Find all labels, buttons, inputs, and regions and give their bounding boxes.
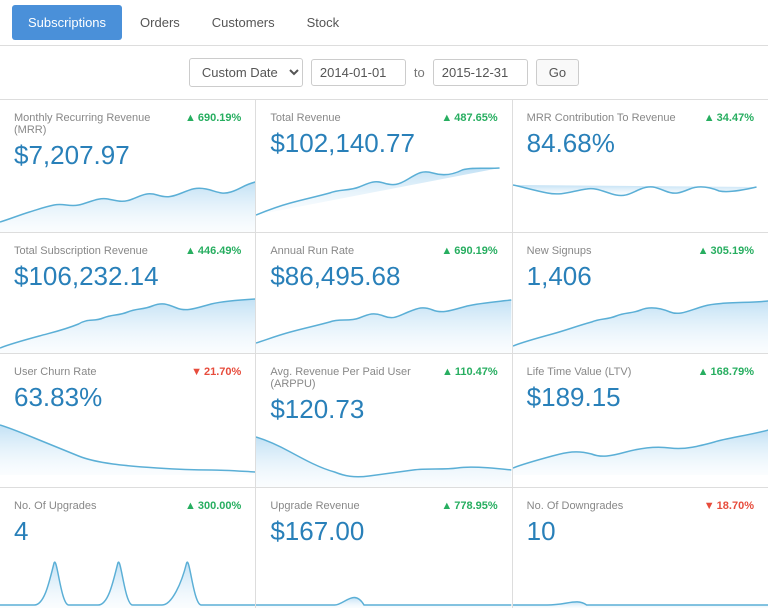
- arrow-up-icon: ▲: [698, 366, 709, 378]
- metric-value: $7,207.97: [14, 140, 241, 171]
- tab-subscriptions[interactable]: Subscriptions: [12, 5, 122, 40]
- metric-change: ▲ 487.65%: [441, 112, 497, 124]
- sparkline-chart: [256, 165, 511, 220]
- metric-value: $86,495.68: [270, 261, 497, 292]
- arrow-up-icon: ▲: [441, 245, 452, 257]
- metric-value: $120.73: [270, 394, 497, 425]
- metric-value: 1,406: [527, 261, 754, 292]
- metric-header: Total Revenue ▲ 487.65%: [270, 112, 497, 124]
- metric-change: ▲ 305.19%: [698, 245, 754, 257]
- metric-card-mrr: Monthly Recurring Revenue (MRR) ▲ 690.19…: [0, 100, 255, 232]
- date-bar: Custom Date to Go: [0, 46, 768, 100]
- metric-change: ▼ 21.70%: [191, 366, 241, 378]
- arrow-up-icon: ▲: [185, 245, 196, 257]
- metric-change: ▲ 778.95%: [441, 500, 497, 512]
- metric-header: Total Subscription Revenue ▲ 446.49%: [14, 245, 241, 257]
- arrow-up-icon: ▲: [698, 245, 709, 257]
- sparkline-chart: [256, 553, 511, 608]
- metric-value: $106,232.14: [14, 261, 241, 292]
- metric-card-arppu: Avg. Revenue Per Paid User (ARPPU) ▲ 110…: [256, 354, 511, 486]
- tab-stock[interactable]: Stock: [291, 5, 356, 40]
- arrow-up-icon: ▲: [704, 112, 715, 124]
- date-to-input[interactable]: [433, 59, 528, 86]
- metric-label: Monthly Recurring Revenue (MRR): [14, 112, 185, 136]
- metric-card-user-churn: User Churn Rate ▼ 21.70% 63.83%: [0, 354, 255, 486]
- metric-label: Annual Run Rate: [270, 245, 354, 257]
- sparkline-chart: [513, 553, 768, 608]
- metric-card-mrr-contribution: MRR Contribution To Revenue ▲ 34.47% 84.…: [513, 100, 768, 232]
- metric-header: New Signups ▲ 305.19%: [527, 245, 754, 257]
- metric-card-upgrade-revenue: Upgrade Revenue ▲ 778.95% $167.00: [256, 488, 511, 608]
- sparkline-chart: [0, 298, 255, 353]
- metric-label: User Churn Rate: [14, 366, 97, 378]
- metric-value: 4: [14, 516, 241, 547]
- sparkline-chart: [513, 298, 768, 353]
- date-from-input[interactable]: [311, 59, 406, 86]
- sparkline-chart: [513, 420, 768, 475]
- date-range-select[interactable]: Custom Date: [189, 58, 303, 87]
- metric-value: $189.15: [527, 382, 754, 413]
- sparkline-chart: [0, 420, 255, 475]
- metric-label: Total Subscription Revenue: [14, 245, 148, 257]
- metric-label: Avg. Revenue Per Paid User (ARPPU): [270, 366, 442, 390]
- tab-orders[interactable]: Orders: [124, 5, 196, 40]
- sparkline-chart: [0, 177, 255, 232]
- arrow-down-icon: ▼: [191, 366, 202, 378]
- arrow-up-icon: ▲: [441, 112, 452, 124]
- metric-value: 84.68%: [527, 128, 754, 159]
- metric-change: ▼ 18.70%: [704, 500, 754, 512]
- metric-card-upgrades: No. Of Upgrades ▲ 300.00% 4: [0, 488, 255, 608]
- metric-card-total-revenue: Total Revenue ▲ 487.65% $102,140.77: [256, 100, 511, 232]
- metrics-grid: Monthly Recurring Revenue (MRR) ▲ 690.19…: [0, 100, 768, 608]
- metric-label: MRR Contribution To Revenue: [527, 112, 676, 124]
- metric-value: 63.83%: [14, 382, 241, 413]
- metric-change: ▲ 446.49%: [185, 245, 241, 257]
- metric-card-downgrades: No. Of Downgrades ▼ 18.70% 10: [513, 488, 768, 608]
- date-to-label: to: [414, 65, 425, 80]
- sparkline-chart: [513, 165, 768, 220]
- metric-value: 10: [527, 516, 754, 547]
- arrow-up-icon: ▲: [185, 112, 196, 124]
- metric-label: Total Revenue: [270, 112, 340, 124]
- tab-customers[interactable]: Customers: [196, 5, 291, 40]
- metric-label: Upgrade Revenue: [270, 500, 359, 512]
- go-button[interactable]: Go: [536, 59, 579, 86]
- metric-header: No. Of Upgrades ▲ 300.00%: [14, 500, 241, 512]
- metric-change: ▲ 34.47%: [704, 112, 754, 124]
- sparkline-chart: [0, 553, 255, 608]
- sparkline-chart: [256, 432, 511, 487]
- metric-card-new-signups: New Signups ▲ 305.19% 1,406: [513, 233, 768, 353]
- metric-header: MRR Contribution To Revenue ▲ 34.47%: [527, 112, 754, 124]
- top-nav: Subscriptions Orders Customers Stock: [0, 0, 768, 46]
- tab-bar: Subscriptions Orders Customers Stock: [0, 0, 768, 46]
- metric-value: $102,140.77: [270, 128, 497, 159]
- arrow-down-icon: ▼: [704, 500, 715, 512]
- metric-header: User Churn Rate ▼ 21.70%: [14, 366, 241, 378]
- arrow-up-icon: ▲: [185, 500, 196, 512]
- metric-header: Annual Run Rate ▲ 690.19%: [270, 245, 497, 257]
- metric-change: ▲ 300.00%: [185, 500, 241, 512]
- metric-header: Life Time Value (LTV) ▲ 168.79%: [527, 366, 754, 378]
- metric-header: No. Of Downgrades ▼ 18.70%: [527, 500, 754, 512]
- metric-change: ▲ 110.47%: [442, 366, 498, 378]
- metric-header: Monthly Recurring Revenue (MRR) ▲ 690.19…: [14, 112, 241, 136]
- metric-label: No. Of Downgrades: [527, 500, 624, 512]
- arrow-up-icon: ▲: [441, 500, 452, 512]
- metric-card-ltv: Life Time Value (LTV) ▲ 168.79% $189.15: [513, 354, 768, 486]
- metric-change: ▲ 690.19%: [441, 245, 497, 257]
- metric-header: Avg. Revenue Per Paid User (ARPPU) ▲ 110…: [270, 366, 497, 390]
- metric-label: Life Time Value (LTV): [527, 366, 632, 378]
- arrow-up-icon: ▲: [442, 366, 453, 378]
- metric-card-total-sub-revenue: Total Subscription Revenue ▲ 446.49% $10…: [0, 233, 255, 353]
- metric-label: No. Of Upgrades: [14, 500, 97, 512]
- metric-change: ▲ 690.19%: [185, 112, 241, 124]
- metric-header: Upgrade Revenue ▲ 778.95%: [270, 500, 497, 512]
- metric-change: ▲ 168.79%: [698, 366, 754, 378]
- metric-value: $167.00: [270, 516, 497, 547]
- metric-label: New Signups: [527, 245, 592, 257]
- metric-card-annual-run-rate: Annual Run Rate ▲ 690.19% $86,495.68: [256, 233, 511, 353]
- sparkline-chart: [256, 298, 511, 353]
